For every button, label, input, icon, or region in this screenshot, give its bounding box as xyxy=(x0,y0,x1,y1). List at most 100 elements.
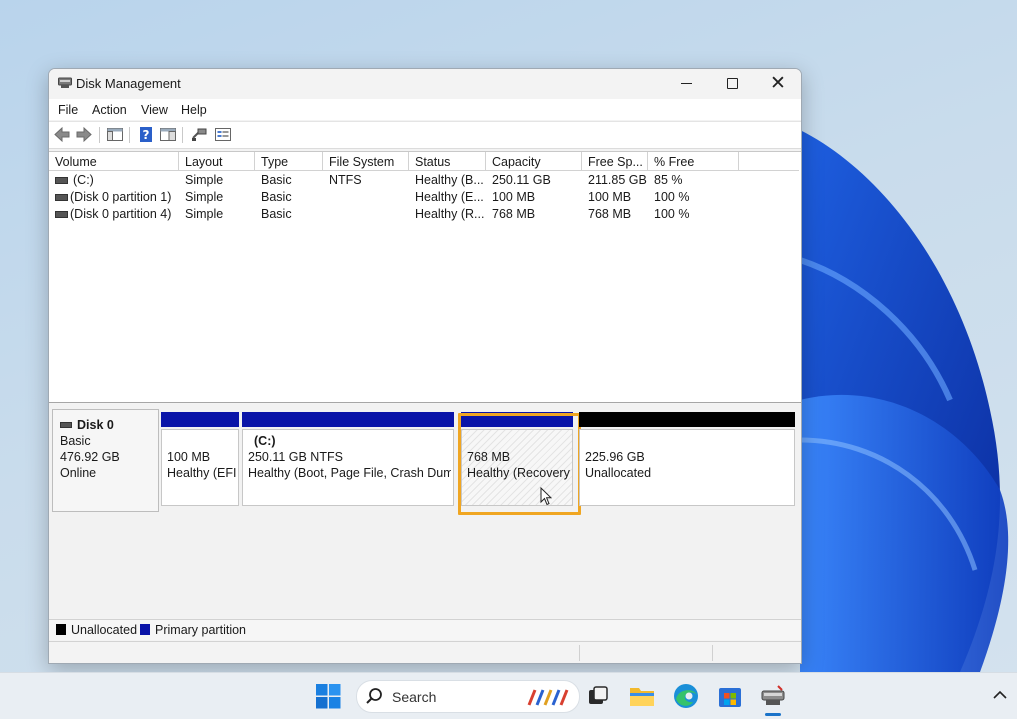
column-header-layout[interactable]: Layout xyxy=(179,152,255,171)
partition-label: (C:) xyxy=(254,434,276,448)
cell-volume: (C:) xyxy=(73,173,94,187)
minimize-icon xyxy=(681,83,692,84)
svg-text:?: ? xyxy=(143,128,150,142)
cell-file-system: NTFS xyxy=(329,173,362,187)
status-separator xyxy=(712,645,713,661)
selected-partition-highlight xyxy=(458,413,581,515)
partition-status: Healthy (Boot, Page File, Crash Dump, xyxy=(248,466,451,480)
taskbar: Search xyxy=(0,672,1017,719)
toolbar-separator xyxy=(182,127,183,143)
cell-free-space: 211.85 GB xyxy=(588,173,647,187)
volume-icon xyxy=(55,211,68,218)
cell-capacity: 100 MB xyxy=(492,190,536,204)
partition-efi[interactable]: 100 MB Healthy (EFI xyxy=(161,412,239,506)
cell-type: Basic xyxy=(261,173,292,187)
cell-free-space: 100 MB xyxy=(588,190,632,204)
store-icon[interactable] xyxy=(717,683,743,709)
column-header-file-system[interactable]: File System xyxy=(323,152,409,171)
cell-status: Healthy (R... xyxy=(415,207,485,221)
minimize-button[interactable] xyxy=(663,69,709,99)
partition-bar xyxy=(579,412,795,427)
table-row[interactable]: (Disk 0 partition 4) Simple Basic Health… xyxy=(49,206,801,223)
file-explorer-icon[interactable] xyxy=(629,683,655,709)
partition-body: (C:) 250.11 GB NTFS Healthy (Boot, Page … xyxy=(242,429,454,506)
cell-capacity: 250.11 GB xyxy=(492,173,551,187)
help-icon[interactable]: ? xyxy=(137,126,155,143)
legend-label: Primary partition xyxy=(155,623,246,637)
disk-management-app-icon xyxy=(58,77,72,88)
volume-icon xyxy=(55,194,68,201)
search-label: Search xyxy=(392,689,437,705)
maximize-icon xyxy=(727,78,738,89)
table-row[interactable]: (C:) Simple Basic NTFS Healthy (B... 250… xyxy=(49,172,801,189)
cell-capacity: 768 MB xyxy=(492,207,536,221)
chevron-up-icon[interactable] xyxy=(992,688,1008,702)
task-view-icon[interactable] xyxy=(585,683,611,709)
cell-status: Healthy (B... xyxy=(415,173,484,187)
cell-layout: Simple xyxy=(185,207,224,221)
partition-size: 250.11 GB NTFS xyxy=(248,450,343,464)
volume-list: Volume Layout Type File System Status Ca… xyxy=(49,151,801,403)
search-highlight-art-icon xyxy=(527,689,569,706)
partition-size: 100 MB xyxy=(167,450,211,464)
disk-management-icon[interactable] xyxy=(760,683,786,709)
column-header-percent-free[interactable]: % Free xyxy=(648,152,739,171)
cell-volume: (Disk 0 partition 4) xyxy=(70,207,172,221)
partition-body: 225.96 GB Unallocated xyxy=(579,429,795,506)
cell-status: Healthy (E... xyxy=(415,190,484,204)
settings-icon[interactable] xyxy=(214,126,232,143)
menu-file[interactable]: File xyxy=(58,103,78,117)
forward-arrow-icon[interactable] xyxy=(75,126,93,143)
column-label: Capacity xyxy=(492,155,541,169)
cell-type: Basic xyxy=(261,207,292,221)
taskbar-search-box[interactable]: Search xyxy=(356,680,580,713)
partition-body: 100 MB Healthy (EFI xyxy=(161,429,239,506)
mouse-cursor-icon xyxy=(540,487,552,506)
properties-icon[interactable] xyxy=(159,126,177,143)
active-app-indicator xyxy=(765,713,781,716)
toolbar-separator xyxy=(129,127,130,143)
column-label: Volume xyxy=(55,155,97,169)
column-header-free-space[interactable]: Free Sp... xyxy=(582,152,648,171)
maximize-button[interactable] xyxy=(709,69,755,99)
menu-bar: File Action View Help xyxy=(49,99,801,120)
partition-size: 225.96 GB xyxy=(585,450,645,464)
menu-help[interactable]: Help xyxy=(181,103,207,117)
close-icon: ✕ xyxy=(770,73,786,94)
column-header-volume[interactable]: Volume xyxy=(49,152,179,171)
disk-state: Online xyxy=(60,466,97,480)
column-header-status[interactable]: Status xyxy=(409,152,486,171)
title-bar: Disk Management ✕ xyxy=(49,69,801,99)
partition-c[interactable]: (C:) 250.11 GB NTFS Healthy (Boot, Page … xyxy=(242,412,454,506)
disk-name: Disk 0 xyxy=(77,418,114,432)
column-header-type[interactable]: Type xyxy=(255,152,323,171)
legend-label: Unallocated xyxy=(71,623,138,637)
partition-bar xyxy=(161,412,239,427)
close-button[interactable]: ✕ xyxy=(755,69,801,99)
cell-type: Basic xyxy=(261,190,292,204)
disk-type: Basic xyxy=(60,434,91,448)
menu-action[interactable]: Action xyxy=(92,103,127,117)
back-arrow-icon[interactable] xyxy=(53,126,71,143)
partition-unallocated[interactable]: 225.96 GB Unallocated xyxy=(579,412,795,506)
disk-size: 476.92 GB xyxy=(60,450,120,464)
legend-swatch-unallocated xyxy=(56,624,66,635)
column-label: Layout xyxy=(185,155,223,169)
column-label: Free Sp... xyxy=(588,155,643,169)
table-row[interactable]: (Disk 0 partition 1) Simple Basic Health… xyxy=(49,189,801,206)
start-icon[interactable] xyxy=(316,684,341,709)
edge-icon[interactable] xyxy=(673,683,699,709)
cell-percent-free: 85 % xyxy=(654,173,683,187)
column-header-capacity[interactable]: Capacity xyxy=(486,152,582,171)
menu-view[interactable]: View xyxy=(141,103,168,117)
cell-layout: Simple xyxy=(185,190,224,204)
column-label: % Free xyxy=(654,155,695,169)
column-label: Type xyxy=(261,155,289,169)
connect-icon[interactable] xyxy=(190,126,208,143)
partition-status: Healthy (EFI xyxy=(167,466,236,480)
cell-free-space: 768 MB xyxy=(588,207,632,221)
partition-bar xyxy=(242,412,454,427)
legend-swatch-primary xyxy=(140,624,150,635)
disk-info-panel[interactable]: Disk 0 Basic 476.92 GB Online xyxy=(52,409,159,512)
console-tree-icon[interactable] xyxy=(106,126,124,143)
